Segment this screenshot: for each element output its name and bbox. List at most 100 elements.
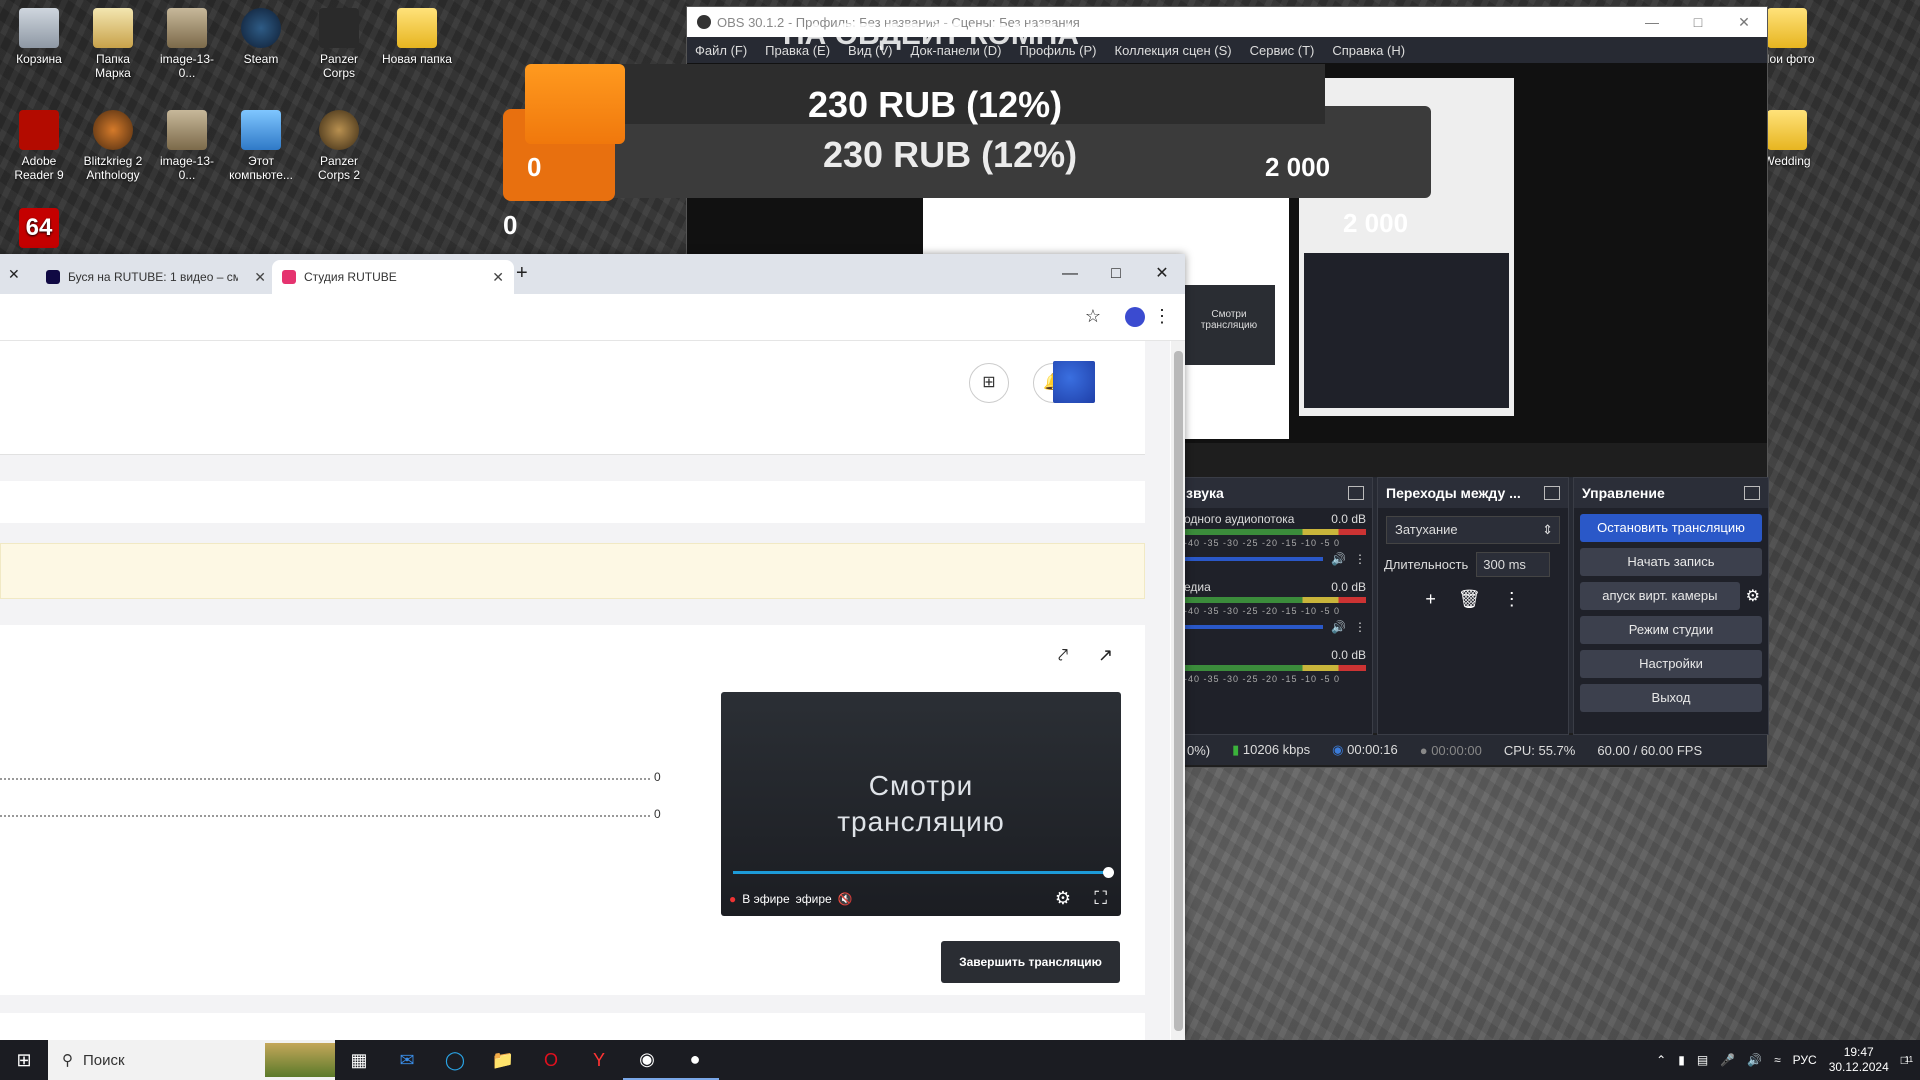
close-icon[interactable]: ✕: [492, 269, 504, 286]
scrollbar-thumb[interactable]: [1174, 351, 1183, 1031]
taskbar-search-input[interactable]: ⚲ Поиск: [48, 1040, 335, 1080]
obs-menu-help[interactable]: Справка (H): [1332, 43, 1405, 58]
file-explorer-icon[interactable]: 📁: [479, 1040, 527, 1080]
player-progress[interactable]: [733, 867, 1114, 878]
battery-icon[interactable]: ▮: [1678, 1053, 1685, 1067]
progress-knob[interactable]: [1103, 867, 1114, 878]
gear-icon[interactable]: ⚙: [1055, 888, 1071, 909]
yandex-browser-icon[interactable]: Y: [575, 1040, 623, 1080]
chrome-tabstrip: ✕ Буся на RUTUBE: 1 видео – смо ✕ Студия…: [0, 254, 1185, 294]
obs-menu-scene-collection[interactable]: Коллекция сцен (S): [1115, 43, 1232, 58]
undock-icon[interactable]: [1544, 486, 1560, 500]
transition-select[interactable]: Затухание ⇕: [1386, 516, 1560, 544]
chevron-up-icon[interactable]: ⌃: [1656, 1053, 1666, 1067]
maximize-icon[interactable]: □: [1675, 14, 1721, 31]
audio-ticks: -40 -35 -30 -25 -20 -15 -10 -5 0: [1184, 674, 1341, 684]
desktop-icon-panzer-corps[interactable]: Panzer Corps: [304, 8, 374, 80]
obs-menu-file[interactable]: Файл (F): [695, 43, 747, 58]
desktop-icon-image-1[interactable]: image-13-0...: [152, 8, 222, 80]
more-vertical-icon[interactable]: ⋮: [1354, 620, 1366, 634]
taskbar-clock[interactable]: 19:47 30.12.2024: [1829, 1045, 1889, 1075]
edge-icon[interactable]: ◯: [431, 1040, 479, 1080]
wifi-icon[interactable]: ≈: [1774, 1053, 1781, 1067]
studio-mode-button[interactable]: Режим студии: [1580, 616, 1762, 644]
mute-icon[interactable]: 🔇: [838, 892, 853, 906]
desktop-icon-blitzkrieg[interactable]: Blitzkrieg 2 Anthology: [78, 110, 148, 182]
chrome-window[interactable]: ✕ Буся на RUTUBE: 1 видео – смо ✕ Студия…: [0, 254, 1185, 1040]
chrome-toolbar: ☆ ⋮: [0, 294, 1185, 341]
duration-input[interactable]: 300 ms: [1476, 552, 1551, 577]
desktop-icon-new-folder[interactable]: Новая папка: [382, 8, 452, 66]
add-icon[interactable]: +: [1425, 589, 1436, 610]
task-view-icon[interactable]: ▦: [335, 1040, 383, 1080]
audio-mixer-panel: звука одного аудиопотока 0.0 dB -40 -35 …: [1177, 477, 1373, 735]
desktop-icon-mark-folder[interactable]: Папка Марка: [78, 8, 148, 80]
upload-icon[interactable]: ⊞: [969, 363, 1009, 403]
desktop-icon-recycle-bin[interactable]: Корзина: [4, 8, 74, 66]
settings-button[interactable]: Настройки: [1580, 650, 1762, 678]
network-icon[interactable]: ▤: [1697, 1053, 1708, 1067]
finish-stream-button[interactable]: Завершить трансляцию: [941, 941, 1120, 983]
gear-icon[interactable]: ⚙: [1746, 586, 1760, 606]
windows-start-icon[interactable]: ⊞: [0, 1040, 48, 1080]
volume-slider[interactable]: [1184, 557, 1324, 561]
desktop-icon-aida64[interactable]: 64: [4, 208, 74, 252]
external-link-icon[interactable]: ↗: [1098, 645, 1113, 666]
page-scrollbar[interactable]: [1171, 341, 1185, 1040]
close-icon[interactable]: ✕: [254, 269, 266, 286]
mail-icon[interactable]: ✉: [383, 1040, 431, 1080]
audio-ticks: -40 -35 -30 -25 -20 -15 -10 -5 0: [1184, 606, 1341, 616]
obs-menu-tools[interactable]: Сервис (T): [1250, 43, 1315, 58]
avatar[interactable]: [1053, 361, 1095, 403]
more-vertical-icon[interactable]: ⋮: [1354, 552, 1366, 566]
minimize-icon[interactable]: —: [1629, 14, 1675, 31]
stream-preview-player[interactable]: Смотри трансляцию ● В эфире эфире 🔇 ⚙ ⛶: [721, 692, 1121, 916]
desktop-icon-this-pc[interactable]: Этот компьюте...: [226, 110, 296, 182]
opera-icon[interactable]: O: [527, 1040, 575, 1080]
close-icon[interactable]: ✕: [8, 266, 20, 283]
desktop-icon-steam[interactable]: Steam: [226, 8, 296, 66]
start-recording-button[interactable]: Начать запись: [1580, 548, 1762, 576]
desktop-icon-label: Adobe Reader 9: [14, 154, 64, 182]
tab-title: Буся на RUTUBE: 1 видео – смо: [68, 270, 238, 284]
fullscreen-icon[interactable]: ⛶: [1094, 888, 1107, 909]
undock-icon[interactable]: [1744, 486, 1760, 500]
tab-rutube-channel[interactable]: Буся на RUTUBE: 1 видео – смо ✕: [36, 260, 276, 294]
close-icon[interactable]: ✕: [1721, 14, 1767, 31]
bookmark-star-icon[interactable]: ☆: [1085, 306, 1101, 327]
new-tab-button[interactable]: +: [516, 262, 528, 285]
obs-taskbar-icon[interactable]: ●: [671, 1040, 719, 1080]
transitions-title: Переходы между ...: [1386, 485, 1521, 501]
exit-button[interactable]: Выход: [1580, 684, 1762, 712]
start-virtual-camera-button[interactable]: апуск вирт. камеры: [1580, 582, 1740, 610]
chrome-icon[interactable]: ◉: [623, 1040, 671, 1080]
undock-icon[interactable]: [1348, 486, 1364, 500]
desktop-icon-panzer-corps-2[interactable]: Panzer Corps 2: [304, 110, 374, 182]
bottom-card: [0, 1013, 1145, 1040]
stream-time-value: 00:00:16: [1347, 742, 1398, 757]
tab-rutube-studio[interactable]: Студия RUTUBE ✕: [272, 260, 514, 294]
audio-channel-name: одного аудиопотока: [1184, 512, 1295, 526]
more-vertical-icon[interactable]: ⋮: [1503, 589, 1521, 610]
trash-icon[interactable]: 🗑: [1458, 589, 1481, 610]
minimize-icon[interactable]: —: [1047, 254, 1093, 294]
volume-slider[interactable]: [1184, 625, 1324, 629]
stop-streaming-button[interactable]: Остановить трансляцию: [1580, 514, 1762, 542]
search-placeholder: Поиск: [83, 1051, 125, 1069]
volume-icon[interactable]: 🔊: [1747, 1053, 1762, 1067]
maximize-icon[interactable]: □: [1093, 254, 1139, 294]
notifications-icon[interactable]: □ 11: [1901, 1053, 1913, 1067]
speaker-icon[interactable]: 🔊: [1331, 620, 1346, 634]
share-icon[interactable]: ⤤: [1058, 645, 1068, 666]
speaker-icon[interactable]: 🔊: [1331, 552, 1346, 566]
stat-line: [0, 778, 650, 780]
desktop-icon-image-2[interactable]: image-13-0...: [152, 110, 222, 182]
microphone-icon[interactable]: 🎤: [1720, 1053, 1735, 1067]
close-icon[interactable]: ✕: [1139, 254, 1185, 294]
stream-time-status: ◉ 00:00:16: [1332, 742, 1398, 758]
more-vertical-icon[interactable]: ⋮: [1153, 306, 1171, 327]
desktop-icon-adobe-reader[interactable]: Adobe Reader 9: [4, 110, 74, 182]
profile-avatar-icon[interactable]: [1125, 307, 1145, 327]
language-indicator[interactable]: РУС: [1793, 1053, 1817, 1067]
clock-time: 19:47: [1843, 1045, 1874, 1059]
